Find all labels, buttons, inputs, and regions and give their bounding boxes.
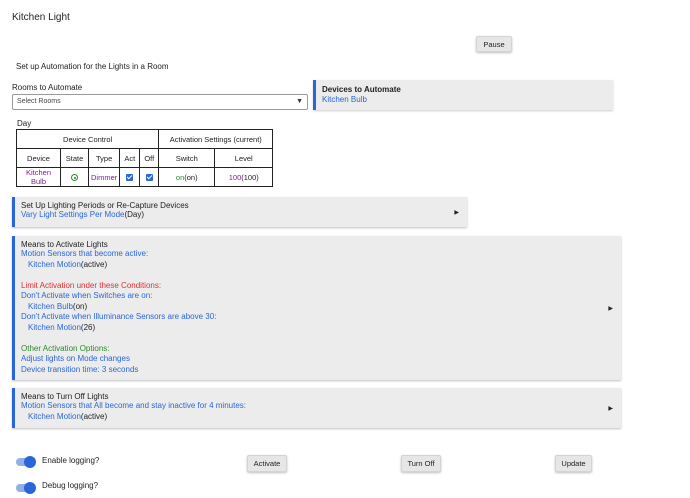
chevron-right-icon: ▶ [608,406,613,412]
header-type: Type [87,148,121,168]
switch-condition-label: Don't Activate when Switches are on: [21,291,153,300]
level-current: (100) [241,172,259,182]
page-title: Kitchen Light [12,12,70,23]
lux-condition-label: Don't Activate when Illuminance Sensors … [21,312,217,321]
debug-logging-toggle[interactable] [16,482,36,494]
rooms-label: Rooms to Automate [12,83,83,92]
header-switch: Switch [158,148,216,168]
rooms-select[interactable]: Select Rooms ▼ [12,94,308,110]
turnoff-motion-device: Kitchen Motion [28,411,81,421]
group-device-control: Device Control [15,129,160,149]
day-label: Day [17,119,32,128]
periods-value-suffix: (Day) [124,210,145,219]
table-header-row: Device State Type Act Off Switch Level [16,148,274,168]
header-device: Device [16,148,61,168]
switch-cell[interactable]: on(on) [158,167,216,187]
checkbox-checked-icon [145,174,153,182]
turn-off-button[interactable]: Turn Off [401,455,441,472]
header-level: Level [214,148,274,168]
chevron-right-icon: ▶ [608,306,613,312]
table-group-row: Device Control Activation Settings (curr… [15,129,274,149]
periods-heading: Set Up Lighting Periods or Re-Capture De… [21,201,189,210]
turnoff-motion-label: Motion Sensors that All become and stay … [21,401,247,410]
periods-value: Vary Light Settings Per Mode [21,210,125,219]
device-cell[interactable]: Kitchen Bulb [16,167,61,187]
act-cell[interactable] [119,167,141,187]
update-button[interactable]: Update [555,455,592,472]
type-cell[interactable]: Dimmer [87,167,121,187]
activate-motion-device: Kitchen Motion [28,259,81,269]
switch-value: on [175,172,185,182]
periods-panel[interactable]: Set Up Lighting Periods or Re-Capture De… [12,197,467,227]
activate-motion-label: Motion Sensors that become active: [21,249,149,258]
devices-value: Kitchen Bulb [322,95,367,104]
chevron-right-icon: ▶ [454,210,459,216]
state-cell[interactable] [60,167,89,187]
header-act: Act [119,148,141,168]
header-off: Off [139,148,160,168]
activate-panel[interactable]: Means to Activate Lights Motion Sensors … [12,236,621,380]
radio-on-icon [71,174,78,182]
other-options-label: Other Activation Options: [21,343,110,353]
enable-logging-label: Enable logging? [42,456,100,465]
switch-current: (on) [184,172,198,182]
turnoff-panel[interactable]: Means to Turn Off Lights Motion Sensors … [12,388,621,428]
other-option-transition: Device transition time: 3 seconds [21,364,139,374]
setup-heading: Set up Automation for the Lights in a Ro… [16,62,169,71]
chevron-down-icon: ▼ [296,98,303,105]
table-row: Kitchen Bulb Dimmer on(on) 100(100) [16,167,274,187]
level-value: 100 [228,172,242,182]
debug-logging-label: Debug logging? [42,481,99,490]
checkbox-checked-icon [126,174,134,182]
devices-heading: Devices to Automate [322,85,401,94]
lux-condition-device: Kitchen Motion [28,322,81,332]
off-cell[interactable] [139,167,160,187]
turnoff-heading: Means to Turn Off Lights [21,392,109,401]
lux-condition-state: (26) [80,322,96,332]
enable-logging-toggle[interactable] [16,456,36,468]
limit-label: Limit Activation under these Conditions: [21,280,162,290]
activate-button[interactable]: Activate [247,455,287,472]
activate-motion-state: (active) [80,259,108,269]
header-state: State [60,148,89,168]
other-option-mode: Adjust lights on Mode changes [21,354,130,363]
switch-condition-device: Kitchen Bulb [28,301,73,311]
group-activation: Activation Settings (current) [158,129,274,149]
level-cell[interactable]: 100(100) [214,167,274,187]
activate-heading: Means to Activate Lights [21,240,108,249]
devices-panel[interactable]: Devices to Automate Kitchen Bulb [313,80,613,110]
device-table: Device Control Activation Settings (curr… [15,129,274,187]
rooms-select-value: Select Rooms [17,98,61,105]
switch-condition-state: (on) [72,301,88,311]
pause-button[interactable]: Pause [476,36,512,52]
turnoff-motion-state: (active) [80,411,108,421]
